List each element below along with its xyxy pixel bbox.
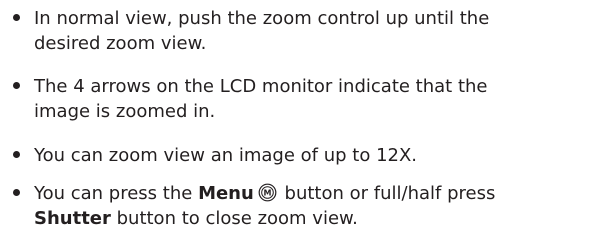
- text-segment: button to close zoom view.: [110, 208, 358, 229]
- bullet-line: desired zoom view.: [34, 33, 207, 54]
- menu-button-icon: M: [258, 183, 277, 202]
- bullet-icon: [13, 14, 20, 21]
- bullet-line: You can zoom view an image of up to 12X.: [34, 145, 418, 166]
- menu-icon-letter: M: [263, 189, 271, 198]
- bullet-line: The 4 arrows on the LCD monitor indicate…: [34, 76, 488, 97]
- bullet-text: The 4 arrows on the LCD monitor indicate…: [34, 74, 602, 124]
- bullet-text: You can zoom view an image of up to 12X.: [34, 143, 602, 168]
- bullet-icon: [13, 151, 20, 158]
- bullet-line: In normal view, push the zoom control up…: [34, 8, 490, 29]
- bullet-text: In normal view, push the zoom control up…: [34, 6, 602, 56]
- menu-word: Menu: [198, 183, 254, 204]
- shutter-word: Shutter: [34, 208, 111, 229]
- bullet-icon: [13, 189, 20, 196]
- bullet-icon: [13, 82, 20, 89]
- bullet-text: You can press the Menu M button or full/…: [34, 181, 602, 231]
- text-segment: button or full/half press: [278, 183, 496, 204]
- text-segment: You can press the: [34, 183, 199, 204]
- bullet-line: image is zoomed in.: [34, 101, 216, 122]
